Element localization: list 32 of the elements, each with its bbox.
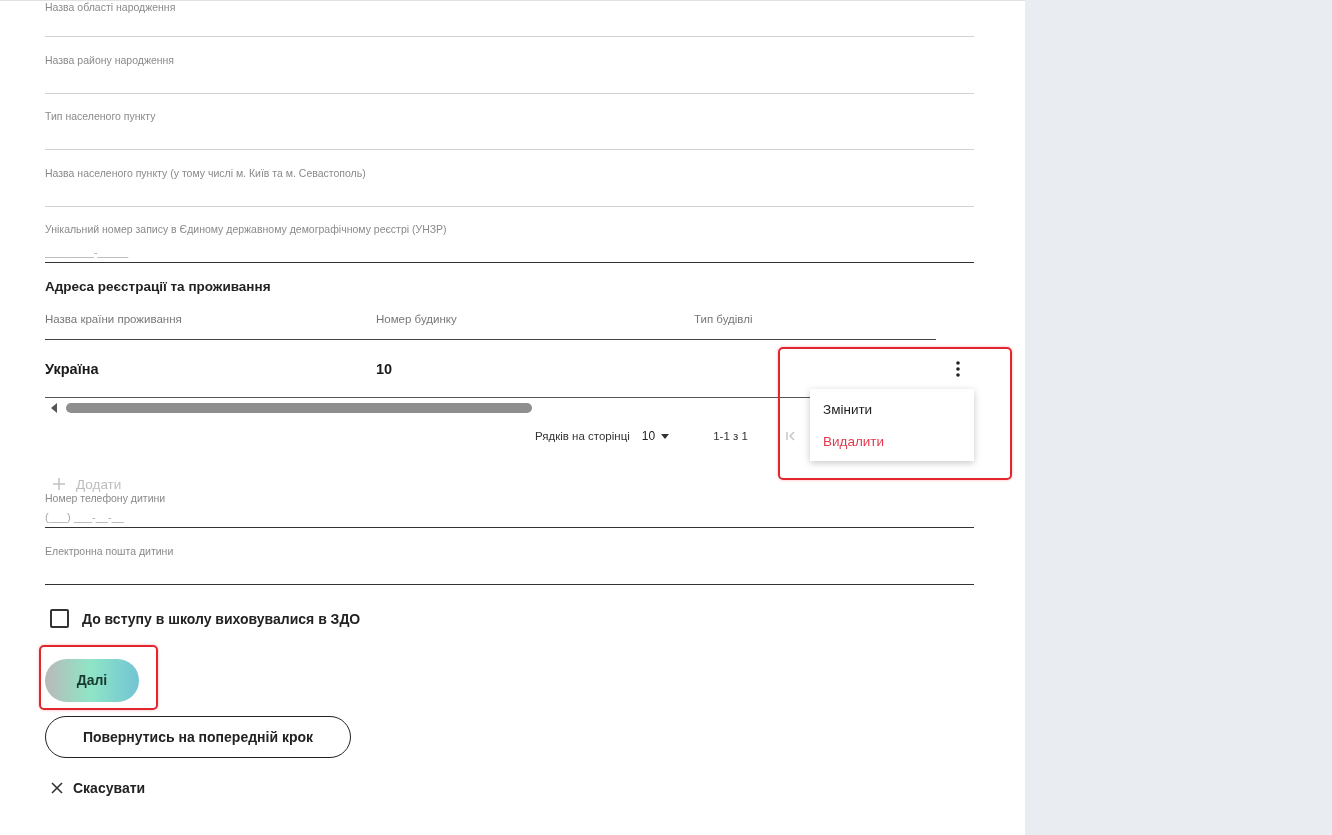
table-cell-text: 10 bbox=[376, 359, 394, 378]
column-header: Тип будівлі bbox=[694, 312, 754, 327]
scrollbar-thumb[interactable] bbox=[66, 403, 532, 413]
first-page-icon[interactable] bbox=[785, 431, 796, 441]
next-button[interactable]: Далі bbox=[45, 658, 139, 702]
scroll-left-arrow-icon[interactable] bbox=[51, 403, 57, 413]
menu-item[interactable]: Змінити bbox=[810, 393, 974, 425]
column-header: Номер будинку bbox=[376, 312, 458, 327]
section-title: Адреса реєстрації та проживання bbox=[45, 279, 272, 294]
more-options-icon[interactable] bbox=[956, 361, 960, 377]
cancel-button[interactable]: Скасувати bbox=[45, 778, 146, 797]
field-label: Назва області народження bbox=[45, 1, 177, 13]
field-label: Номер телефону дитини bbox=[45, 492, 167, 504]
rows-per-page-label: Рядків на сторінці bbox=[535, 430, 630, 442]
rows-per-page-select[interactable]: 10 bbox=[641, 429, 670, 443]
input-field[interactable]: (___) ___-__-__ bbox=[45, 504, 974, 528]
input-field[interactable]: ________-_____ bbox=[45, 235, 974, 263]
table-cell-text: Україна bbox=[45, 359, 100, 378]
field-label: Тип населеного пункту bbox=[45, 110, 157, 122]
checkbox[interactable] bbox=[50, 609, 69, 628]
close-icon bbox=[51, 781, 63, 794]
column-header: Назва країни проживання bbox=[45, 312, 183, 327]
menu-item[interactable]: Видалити bbox=[810, 425, 974, 457]
page-range: 1-1 з 1 bbox=[713, 430, 748, 442]
field-label: Назва населеного пункту (у тому числі м. Київ та м. Севастополь) bbox=[45, 166, 367, 179]
caret-down-icon bbox=[661, 433, 670, 439]
back-button[interactable]: Повернутись на попередній крок bbox=[45, 715, 351, 758]
checkbox-label: До вступу в школу виховувалися в ЗДО bbox=[82, 610, 361, 627]
field-label: Електронна пошта дитини bbox=[45, 544, 175, 557]
plus-icon bbox=[53, 478, 65, 490]
field-label: Назва району народження bbox=[45, 53, 176, 66]
field-label: Унікальний номер запису в Єдиному державному демографічному реєстрі (УНЗР) bbox=[45, 223, 448, 235]
